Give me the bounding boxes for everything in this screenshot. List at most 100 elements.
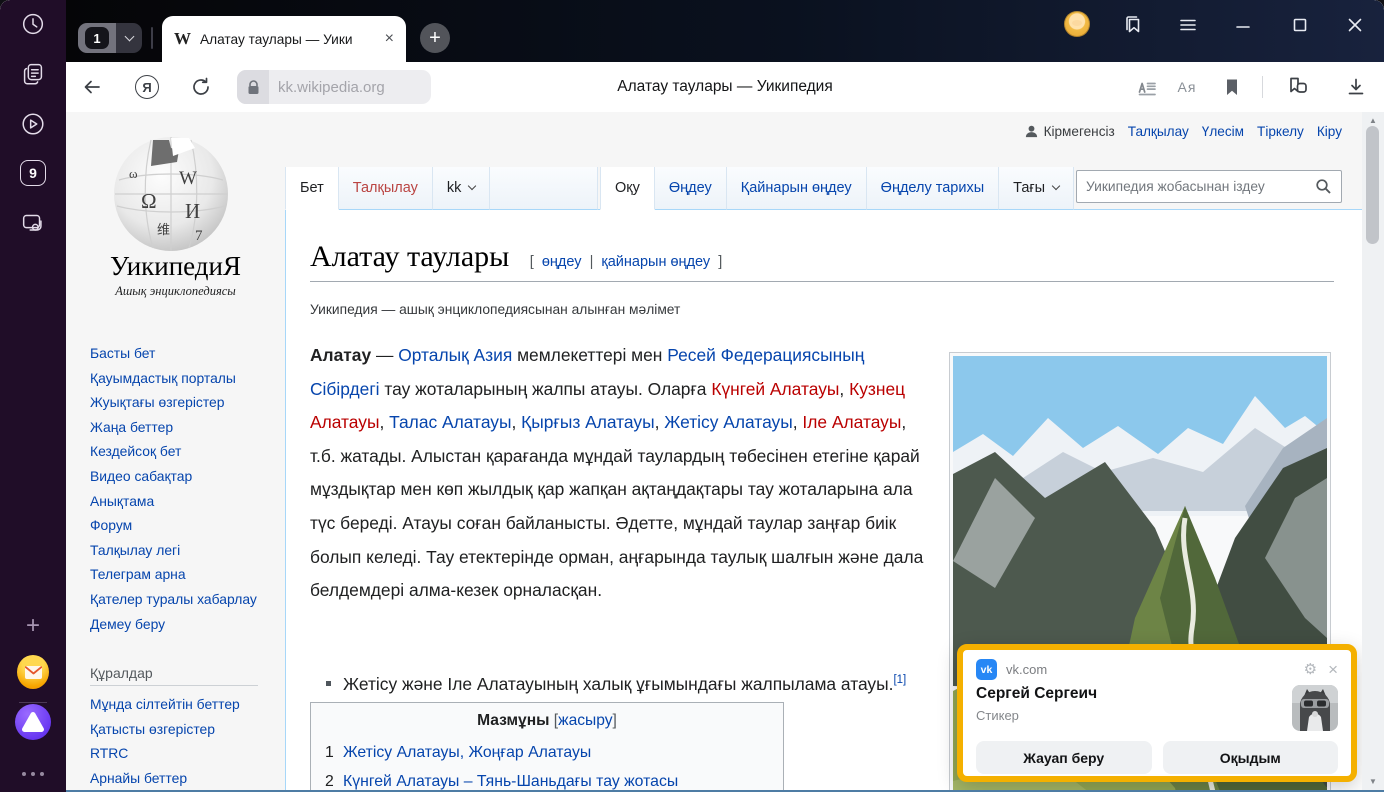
wikipedia-globe-logo[interactable]: W Ω И 7 维 ω <box>107 132 235 259</box>
back-icon[interactable] <box>78 73 106 101</box>
sidebar-link-5[interactable]: Видео сабақтар <box>90 464 262 489</box>
tab-group-dropdown[interactable] <box>116 23 142 53</box>
toc-link-2[interactable]: Күнгей Алатауы – Тянь-Шаньдағы тау жотас… <box>343 767 678 790</box>
popup-settings-icon[interactable]: ⚙ <box>1304 662 1317 677</box>
toc-header: Мазмұны [жасыру] <box>325 712 769 730</box>
rail-add-icon[interactable]: + <box>17 610 49 642</box>
bookmarks-panel-icon[interactable] <box>1119 11 1147 39</box>
sidebar-link-9[interactable]: Телеграм арна <box>90 562 262 587</box>
article-link-6[interactable]: Күнгей Алатауы <box>711 379 839 399</box>
wiki-namespace-tab-2[interactable]: kk <box>433 167 491 210</box>
download-icon[interactable] <box>1342 73 1370 101</box>
minimize-icon[interactable] <box>1229 11 1257 39</box>
wiki-view-tab-4[interactable]: Тағы <box>999 167 1074 210</box>
sidebar-link-10[interactable]: Қателер туралы хабарлау <box>90 587 262 612</box>
video-play-icon[interactable] <box>17 108 49 140</box>
page-scrollbar[interactable]: ▲ ▼ <box>1362 112 1384 790</box>
svg-text:7: 7 <box>195 228 203 244</box>
reply-button[interactable]: Жауап беру <box>976 741 1152 774</box>
tools-link-1[interactable]: Қатысты өзгерістер <box>90 717 276 742</box>
screenshot-icon[interactable] <box>17 207 49 239</box>
wiki-namespace-tab-1[interactable]: Талқылау <box>339 167 433 210</box>
lock-icon[interactable] <box>237 70 269 104</box>
wiki-logo-title[interactable]: УикипедиЯ <box>66 251 285 282</box>
tab-group-control[interactable]: 1 <box>78 23 142 53</box>
scrollbar-thumb[interactable] <box>1366 126 1379 244</box>
translate-icon[interactable]: Aя <box>1173 73 1201 101</box>
read-button[interactable]: Оқыдым <box>1163 741 1339 774</box>
tools-link-0[interactable]: Мұнда сілтейтін беттер <box>90 692 276 717</box>
browser-side-rail: 9 + <box>0 0 66 792</box>
sidebar-link-11[interactable]: Демеу беру <box>90 612 262 637</box>
wiki-view-tab-3[interactable]: Өңделу тарихы <box>867 167 999 210</box>
reference-link[interactable]: [1] <box>893 674 906 686</box>
wikipedia-favicon: W <box>174 29 191 49</box>
article-text: , <box>793 412 803 432</box>
history-icon[interactable] <box>17 8 49 40</box>
edit-link[interactable]: өңдеу <box>542 254 582 270</box>
feed-icon[interactable] <box>17 58 49 90</box>
alice-assistant-icon[interactable] <box>17 706 49 738</box>
article-link-12[interactable]: Қырғыз Алатауы <box>521 412 654 432</box>
tools-link-3[interactable]: Арнайы беттер <box>90 766 276 790</box>
article-link-10[interactable]: Талас Алатауы <box>389 412 511 432</box>
wiki-search-box[interactable] <box>1076 170 1342 203</box>
menu-icon[interactable] <box>1174 11 1202 39</box>
sidebar-link-1[interactable]: Қауымдастық порталы <box>90 366 262 391</box>
sidebar-link-3[interactable]: Жаңа беттер <box>90 415 262 440</box>
scroll-up-icon[interactable]: ▲ <box>1362 116 1384 125</box>
vk-logo-icon: vk <box>976 659 997 680</box>
article-link-16[interactable]: Іле Алатауы <box>802 412 901 432</box>
tab-group-count-badge: 1 <box>78 23 116 53</box>
browser-titlebar: 1 W Алатау таулары — Уики × + <box>66 0 1384 62</box>
sidebar-link-4[interactable]: Кездейсоқ бет <box>90 439 262 464</box>
yandex-mail-icon[interactable] <box>17 656 49 688</box>
article-link-14[interactable]: Жетісу Алатауы <box>664 412 792 432</box>
rail-more-icon[interactable] <box>17 758 49 790</box>
toc-row-1: 1Жетісу Алатауы, Жоңғар Алатауы <box>325 738 769 767</box>
toc-link-1[interactable]: Жетісу Алатауы, Жоңғар Алатауы <box>343 738 591 767</box>
maximize-icon[interactable] <box>1286 11 1314 39</box>
wiki-namespace-tab-0[interactable]: Бет <box>285 167 339 210</box>
personal-link-0[interactable]: Талқылау <box>1128 124 1189 139</box>
mail-circle <box>17 655 49 689</box>
yandex-logo-icon[interactable]: Я <box>133 73 161 101</box>
reader-mode-icon[interactable] <box>1133 73 1161 101</box>
edit-source-link[interactable]: қайнарын өңдеу <box>601 254 710 270</box>
new-tab-button[interactable]: + <box>420 23 450 53</box>
article-bullet-item: Жетісу және Іле Алатауының халық ұғымынд… <box>326 674 938 695</box>
toc-bracket-close: ] <box>613 712 617 729</box>
address-bar[interactable]: kk.wikipedia.org <box>237 70 431 104</box>
tools-link-2[interactable]: RTRC <box>90 741 276 766</box>
search-icon[interactable] <box>1315 178 1332 195</box>
vk-notification-popup[interactable]: vk vk.com ⚙ × Сергей Сергеич Стикер <box>957 644 1357 782</box>
sidebar-link-7[interactable]: Форум <box>90 513 262 538</box>
browser-tab[interactable]: W Алатау таулары — Уики × <box>162 16 406 62</box>
tab-counter-badge[interactable]: 9 <box>17 157 49 189</box>
personal-link-2[interactable]: Тіркелу <box>1257 124 1304 139</box>
personal-link-1[interactable]: Үлесім <box>1202 124 1244 139</box>
profile-avatar[interactable] <box>1064 11 1090 37</box>
sidebar-link-2[interactable]: Жуықтағы өзгерістер <box>90 390 262 415</box>
close-window-icon[interactable] <box>1341 11 1369 39</box>
wiki-view-tab-1[interactable]: Өңдеу <box>655 167 727 210</box>
wiki-view-tab-2[interactable]: Қайнарын өңдеу <box>727 167 867 210</box>
collections-icon[interactable] <box>1284 73 1312 101</box>
article-text: , <box>512 412 522 432</box>
toc-hide-link[interactable]: жасыру <box>558 712 612 729</box>
sidebar-link-8[interactable]: Талқылау легі <box>90 538 262 563</box>
bullet-text: Жетісу және Іле Алатауының халық ұғымынд… <box>343 674 906 695</box>
search-input[interactable] <box>1086 179 1315 194</box>
article-link-2[interactable]: Орталық Азия <box>398 345 512 365</box>
tab-label: Тағы <box>1013 180 1045 196</box>
scroll-down-icon[interactable]: ▼ <box>1362 777 1384 786</box>
tab-close-icon[interactable]: × <box>385 30 394 48</box>
wiki-view-tab-0[interactable]: Оқу <box>600 167 655 210</box>
sidebar-link-0[interactable]: Басты бет <box>90 341 262 366</box>
sidebar-link-6[interactable]: Анықтама <box>90 489 262 514</box>
bookmark-icon[interactable] <box>1218 73 1246 101</box>
popup-close-icon[interactable]: × <box>1328 661 1338 678</box>
refresh-icon[interactable] <box>187 73 215 101</box>
personal-link-3[interactable]: Кіру <box>1317 124 1342 139</box>
tab-title: Алатау таулары — Уики <box>200 32 379 47</box>
